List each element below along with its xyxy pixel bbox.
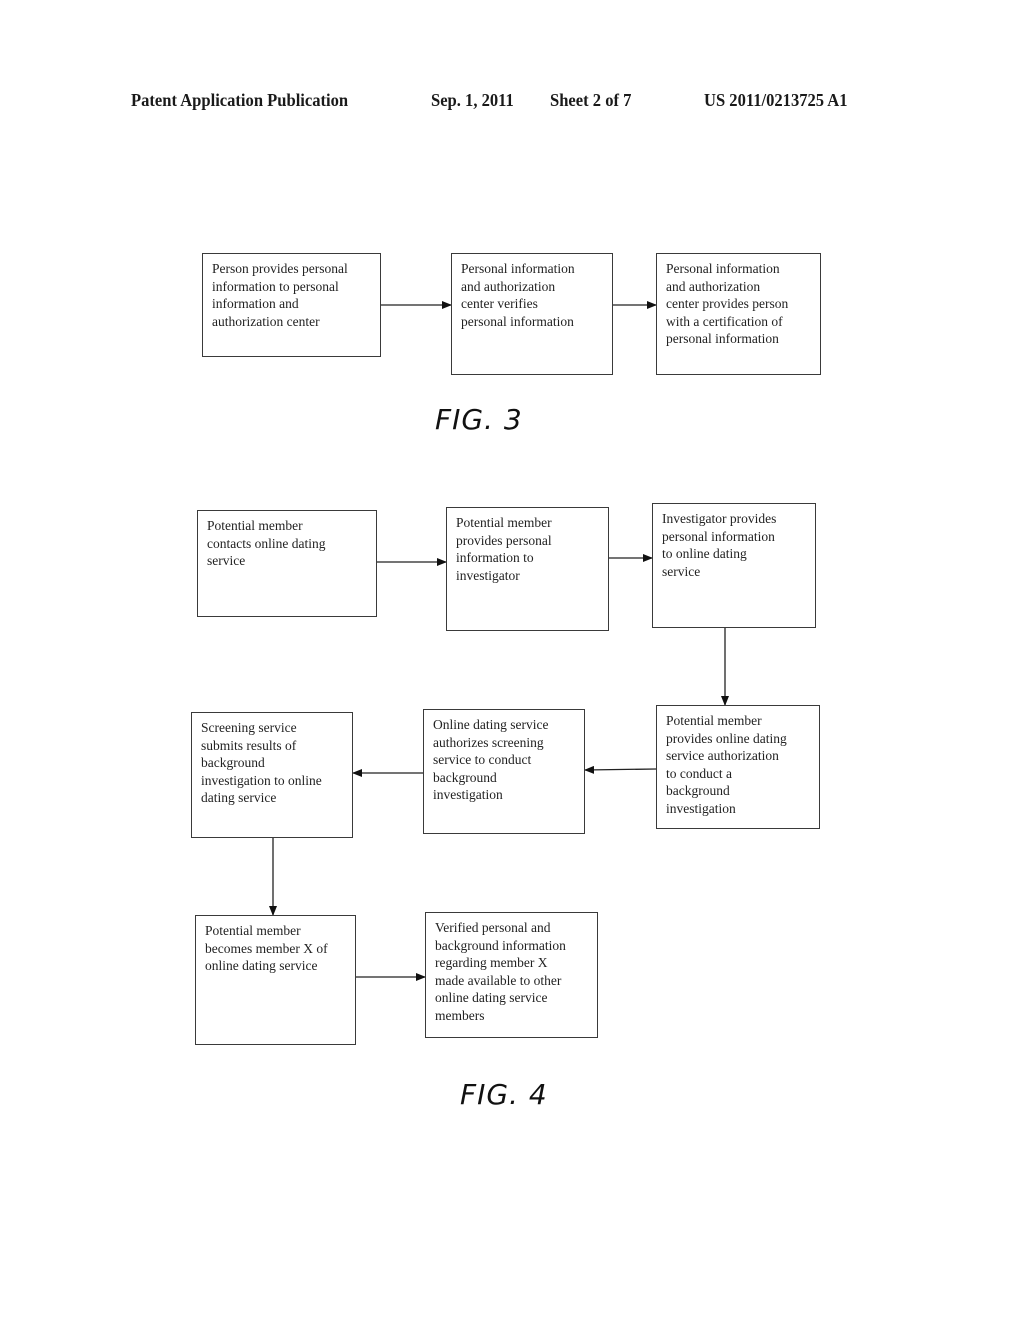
- fig4-label: FIG. 4: [460, 1078, 548, 1111]
- fig4-step-6-text: Screening service submits results of bac…: [201, 720, 322, 805]
- fig4-step-2-box: Potential member provides personal infor…: [446, 507, 609, 631]
- fig3-step-1-text: Person provides personal information to …: [212, 261, 348, 329]
- fig4-step-3-box: Investigator provides personal informati…: [652, 503, 816, 628]
- fig3-step-3-text: Personal information and authorization c…: [666, 261, 789, 346]
- fig4-step-8-text: Verified personal and background informa…: [435, 920, 566, 1023]
- fig3-step-2-text: Personal information and authorization c…: [461, 261, 575, 329]
- fig4-step-1-box: Potential member contacts online dating …: [197, 510, 377, 617]
- fig3-label: FIG. 3: [435, 403, 523, 436]
- fig4-step-4-box: Potential member provides online dating …: [656, 705, 820, 829]
- arrow-fig4-4-to-5: [584, 765, 657, 774]
- fig4-step-7-box: Potential member becomes member X of onl…: [195, 915, 356, 1045]
- fig4-step-5-box: Online dating service authorizes screeni…: [423, 709, 585, 834]
- fig4-step-7-text: Potential member becomes member X of onl…: [205, 923, 328, 973]
- fig4-step-5-text: Online dating service authorizes screeni…: [433, 717, 549, 802]
- fig3-step-2-box: Personal information and authorization c…: [451, 253, 613, 375]
- fig4-step-2-text: Potential member provides personal infor…: [456, 515, 552, 583]
- fig3-step-1-box: Person provides personal information to …: [202, 253, 381, 357]
- fig4-step-4-text: Potential member provides online dating …: [666, 713, 787, 816]
- connector-arrows: [269, 301, 729, 981]
- fig4-step-3-text: Investigator provides personal informati…: [662, 511, 777, 579]
- fig4-step-1-text: Potential member contacts online dating …: [207, 518, 326, 568]
- fig4-step-6-box: Screening service submits results of bac…: [191, 712, 353, 838]
- fig3-step-3-box: Personal information and authorization c…: [656, 253, 821, 375]
- fig4-step-8-box: Verified personal and background informa…: [425, 912, 598, 1038]
